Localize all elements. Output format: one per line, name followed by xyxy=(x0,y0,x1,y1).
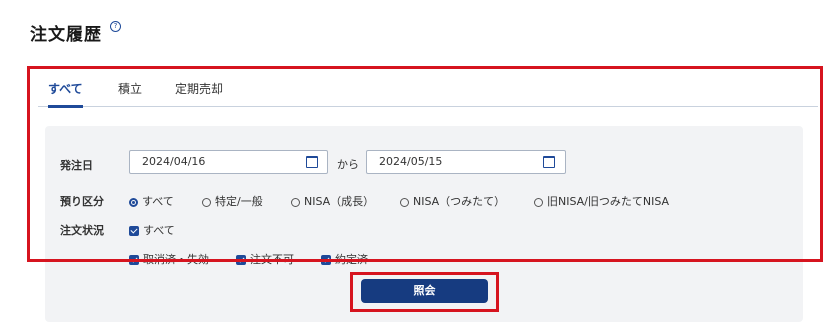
question-circle-icon[interactable]: ? xyxy=(110,21,121,32)
page-title: 注文履歴 xyxy=(30,25,102,45)
highlight-frame-filters xyxy=(27,66,823,262)
search-submit-button[interactable]: 照会 xyxy=(361,279,488,303)
